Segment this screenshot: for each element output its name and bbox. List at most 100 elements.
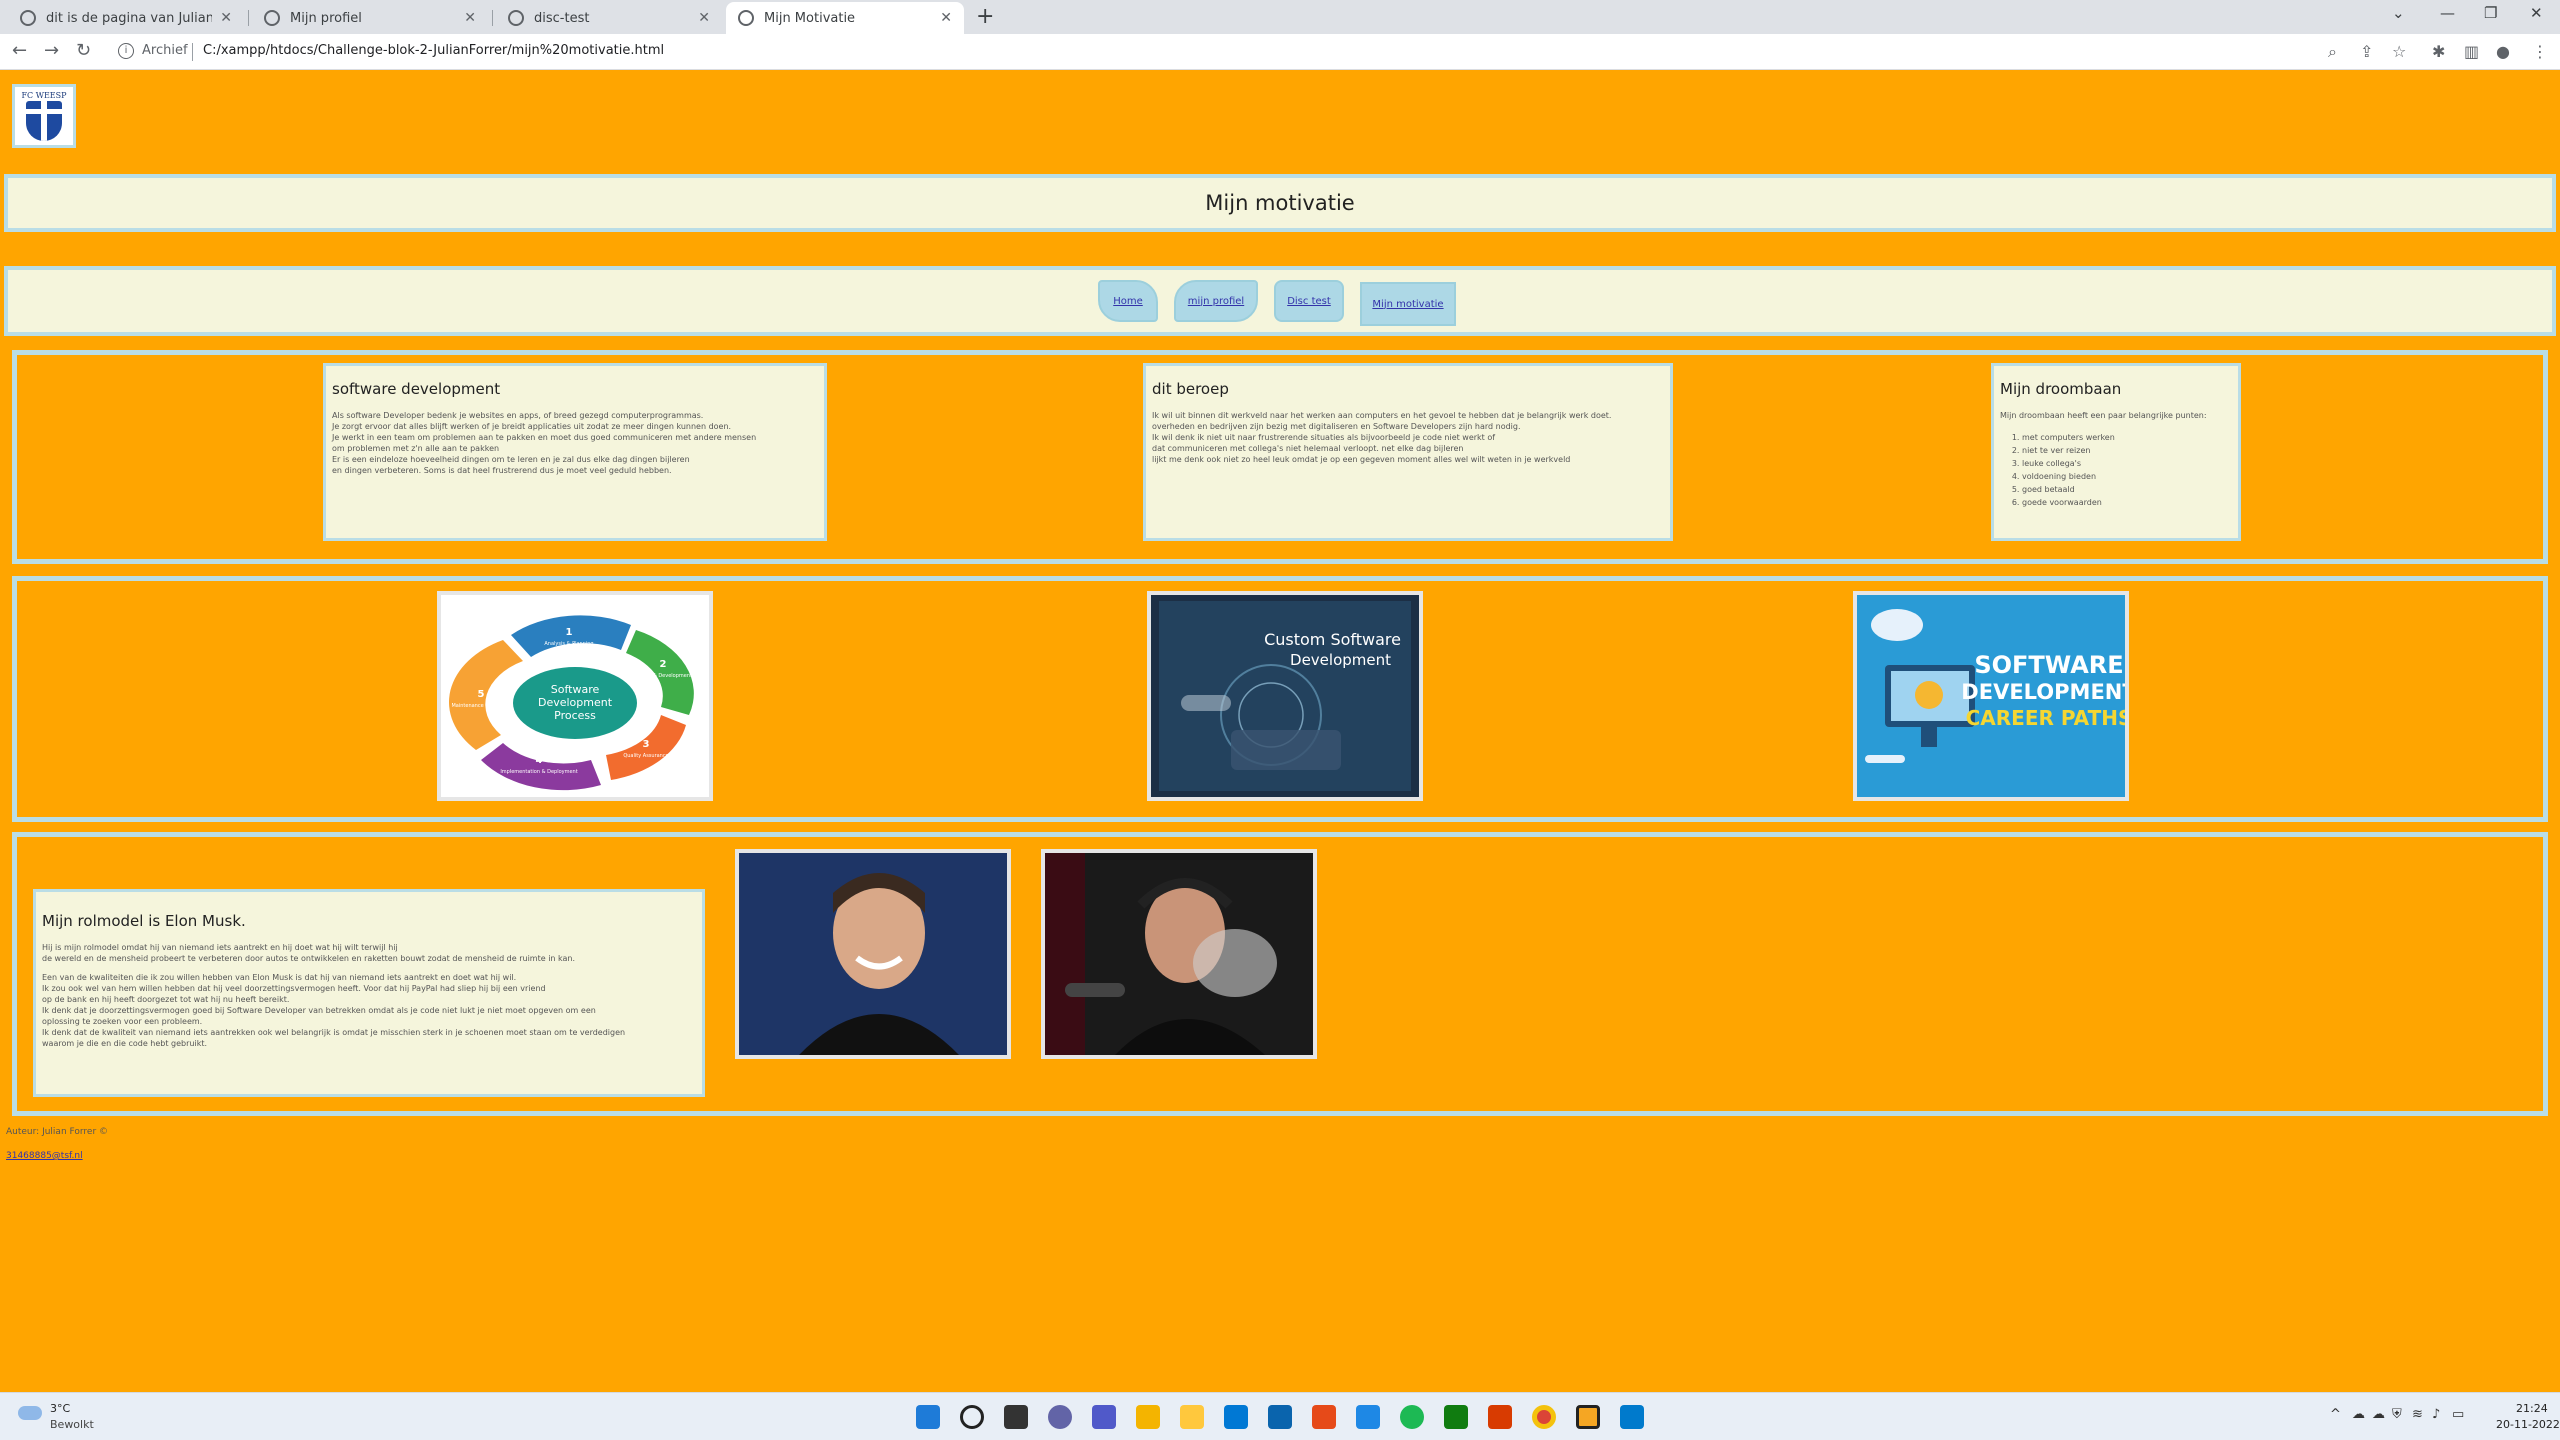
tab-search-icon[interactable]: ⌄ (2392, 4, 2405, 22)
volume-icon[interactable]: ♪ (2432, 1407, 2440, 1422)
tab-disc-test[interactable]: disc-test ✕ (496, 2, 722, 34)
card-line: om problemen met z'n alle aan te pakken (332, 444, 500, 453)
wifi-icon[interactable]: ≋ (2412, 1407, 2423, 1422)
card-rolmodel: Mijn rolmodel is Elon Musk. Hij is mijn … (33, 889, 705, 1097)
zoom-icon[interactable]: ⌕ (2328, 42, 2337, 62)
mail-icon[interactable] (1268, 1405, 1292, 1429)
tray-overflow-icon[interactable]: ^ (2330, 1407, 2341, 1422)
card-line: op de bank en hij heeft doorgezet tot wa… (42, 995, 290, 1004)
sidepanel-icon[interactable]: ▥ (2464, 42, 2479, 61)
teams-icon[interactable] (1092, 1405, 1116, 1429)
card-text: Als software Developer bedenk je website… (332, 410, 818, 476)
nav-disc-test[interactable]: Disc test (1274, 280, 1344, 322)
step-label: Design & Development (634, 673, 692, 679)
battery-icon[interactable]: ▭ (2452, 1407, 2464, 1422)
new-tab-button[interactable]: + (976, 4, 994, 29)
profile-icon[interactable]: ● (2496, 42, 2510, 61)
close-icon[interactable]: ✕ (220, 10, 232, 26)
portrait-illustration (739, 853, 1007, 1055)
nav-bar: Home mijn profiel Disc test Mijn motivat… (4, 266, 2556, 336)
card-line: Als software Developer bedenk je website… (332, 411, 704, 420)
close-icon[interactable]: ✕ (698, 10, 710, 26)
launcher-icon[interactable] (1356, 1405, 1380, 1429)
close-icon[interactable]: ✕ (464, 10, 476, 26)
security-icon[interactable]: ⛨ (2392, 1407, 2402, 1422)
clock-time[interactable]: 21:24 (2516, 1402, 2548, 1415)
card-line: Een van de kwaliteiten die ik zou willen… (42, 973, 517, 982)
nav-home[interactable]: Home (1098, 280, 1158, 322)
nav-mijn-profiel[interactable]: mijn profiel (1174, 280, 1258, 322)
weather-description[interactable]: Bewolkt (50, 1418, 94, 1431)
card-line: Ik denk dat de kwaliteit van niemand iet… (42, 1028, 626, 1037)
chrome-icon[interactable] (1532, 1405, 1556, 1429)
menu-icon[interactable]: ⋮ (2532, 42, 2548, 61)
tab-divider (492, 10, 493, 26)
address-bar[interactable]: C:/xampp/htdocs/Challenge-blok-2-JulianF… (203, 43, 664, 58)
page-title: Mijn motivatie (1205, 191, 1355, 215)
custom-line-1: Custom Software (1264, 630, 1401, 649)
image-career-paths: SOFTWARE DEVELOPMENT CAREER PATHS (1853, 591, 2129, 801)
tab-title: disc-test (534, 10, 590, 26)
image-sdlc-process: Software Development Process 1 Analysis … (437, 591, 713, 801)
tab-home[interactable]: dit is de pagina van Julian Forrer ✕ (8, 2, 244, 34)
cloud-sync-icon[interactable]: ☁ (2372, 1407, 2385, 1422)
logo-text: FC WEESP (21, 91, 67, 100)
start-icon[interactable] (916, 1405, 940, 1429)
image-custom-software: Custom Software Development (1147, 591, 1423, 801)
office-hub-icon[interactable] (1488, 1405, 1512, 1429)
back-icon[interactable]: ← (12, 40, 27, 61)
list-item: goede voorwaarden (2022, 496, 2232, 509)
vscode-icon[interactable] (1620, 1405, 1644, 1429)
rolmodel-section: Mijn rolmodel is Elon Musk. Hij is mijn … (12, 832, 2548, 1116)
forward-icon[interactable]: → (44, 40, 59, 61)
store-icon[interactable] (1224, 1405, 1248, 1429)
window-close-icon[interactable]: ✕ (2530, 4, 2543, 22)
card-line: lijkt me denk ook niet zo heel leuk omda… (1152, 455, 1571, 464)
shield-icon (26, 101, 62, 141)
sublime-icon[interactable] (1576, 1405, 1600, 1429)
card-line: Hij is mijn rolmodel omdat hij van niema… (42, 943, 398, 952)
address-divider (192, 43, 193, 61)
extensions-icon[interactable]: ✱ (2432, 42, 2445, 61)
tab-divider (248, 10, 249, 26)
cloud-icon[interactable] (18, 1406, 42, 1420)
center-line: Software (551, 683, 600, 696)
tab-mijn-motivatie[interactable]: Mijn Motivatie ✕ (726, 2, 964, 34)
file-explorer-pinned-icon[interactable] (1136, 1405, 1160, 1429)
footer-email-link[interactable]: 31468885@tsf.nl (6, 1151, 83, 1161)
smoke-shape (1193, 929, 1277, 997)
card-line: Er is een eindeloze hoeveelheid dingen o… (332, 455, 690, 464)
bookmark-star-icon[interactable]: ☆ (2392, 42, 2406, 61)
task-view-icon[interactable] (1004, 1405, 1028, 1429)
close-icon[interactable]: ✕ (940, 10, 952, 26)
minimize-icon[interactable]: — (2440, 4, 2455, 22)
chat-icon[interactable] (1048, 1405, 1072, 1429)
card-line: waarom je die en die code hebt gebruikt. (42, 1039, 208, 1048)
photo-elon-podcast (1041, 849, 1317, 1059)
xbox-icon[interactable] (1444, 1405, 1468, 1429)
list-item: voldoening bieden (2022, 470, 2232, 483)
tab-strip: dit is de pagina van Julian Forrer ✕ Mij… (0, 0, 2560, 34)
list-item: niet te ver reizen (2022, 444, 2232, 457)
info-icon[interactable]: i (118, 43, 134, 59)
card-line: de wereld en de mensheid probeert te ver… (42, 954, 576, 963)
restore-icon[interactable]: ❐ (2484, 4, 2497, 22)
tab-profiel[interactable]: Mijn profiel ✕ (252, 2, 488, 34)
clock-date[interactable]: 20-11-2022 (2496, 1418, 2560, 1431)
list-item: leuke collega's (2022, 457, 2232, 470)
share-icon[interactable]: ⇪ (2360, 42, 2373, 61)
globe-icon (738, 10, 754, 26)
weather-temperature[interactable]: 3°C (50, 1402, 70, 1415)
microphone-shape (1065, 983, 1125, 997)
folder-icon[interactable] (1180, 1405, 1204, 1429)
tab-title: dit is de pagina van Julian Forrer (46, 10, 213, 26)
gear-icon (1915, 681, 1943, 709)
cards-section: software development Als software Develo… (12, 350, 2548, 564)
nav-mijn-motivatie[interactable]: Mijn motivatie (1360, 282, 1456, 326)
step-number: 3 (643, 739, 650, 750)
reload-icon[interactable]: ↻ (76, 40, 91, 61)
search-icon[interactable] (960, 1405, 984, 1429)
office-icon[interactable] (1312, 1405, 1336, 1429)
onedrive-icon[interactable]: ☁ (2352, 1407, 2365, 1422)
spotify-icon[interactable] (1400, 1405, 1424, 1429)
